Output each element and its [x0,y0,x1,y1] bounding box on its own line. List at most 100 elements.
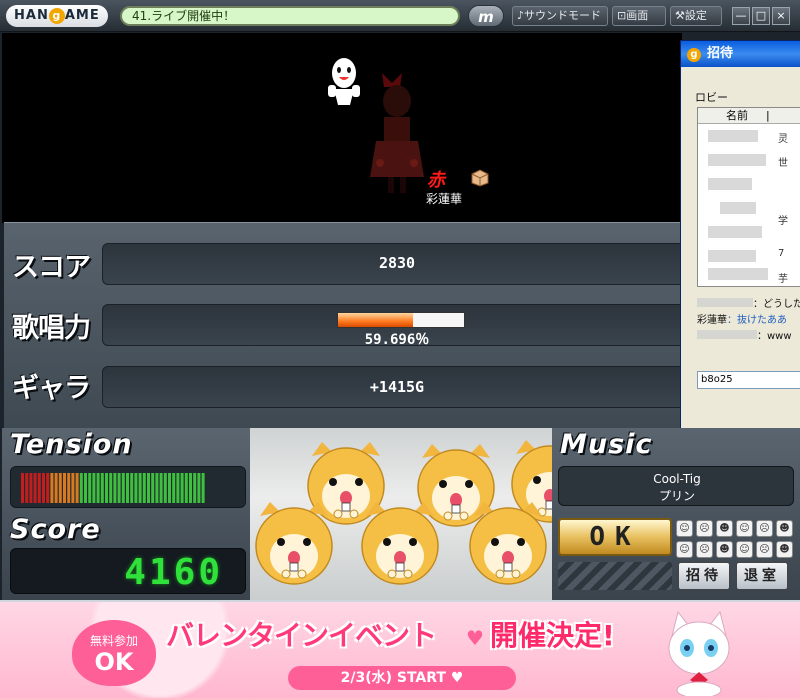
tension-bar [142,473,146,503]
payout-label: ギャラ [12,373,91,404]
list-item[interactable] [708,268,768,280]
tension-bar [159,473,163,503]
list-item[interactable] [708,250,756,262]
player-name-label: 彩蓮華 [426,192,463,206]
tension-bar [92,473,96,503]
invite-title: 招待 [707,46,734,61]
tension-bar [172,473,176,503]
tension-bar [130,473,134,503]
emote-button[interactable]: ☹ [696,520,713,537]
banner-headline-decided: 開催決定! [490,619,615,652]
result-stats-panel: スコア 2830 歌唱力 59.696％ ギャラ +1415G [4,222,692,428]
tension-bar [33,473,37,503]
live-ticker[interactable]: 41.ライブ開催中！ [120,6,460,26]
hamster-icon [361,501,439,585]
list-item[interactable] [708,226,762,238]
tension-bar [37,473,41,503]
list-item[interactable] [708,130,758,142]
tension-bar [180,473,184,503]
chat-speaker: 彩蓮華 [697,315,727,326]
name-column-header[interactable]: 名前 | [698,108,800,124]
live-stage: 赤 彩蓮華 [2,33,682,223]
emote-button[interactable]: ☹ [756,520,773,537]
score-panel-value: 4160 [124,552,223,593]
emote-button[interactable]: ☹ [696,541,713,558]
red-team-mark: 赤 [427,170,445,191]
gift-box-icon [471,169,489,187]
tension-bar [201,473,205,503]
invite-id-input[interactable]: b8o25 [697,371,800,389]
white-cat-mascot-icon [668,610,730,696]
hamster-icon [255,501,333,585]
invite-window: g 招待 ロビー 名前 | 灵 世 学 7 芋 ：どうした 彩蓮華：抜けたああ ：w… [680,40,800,432]
list-item-side: 芋 [778,274,788,285]
tension-bar [46,473,50,503]
tension-bar [75,473,79,503]
ghost-avatar-icon[interactable] [324,55,364,107]
list-item[interactable] [708,178,752,190]
tension-bar [117,473,121,503]
emote-button[interactable]: ☺ [736,541,753,558]
maximize-button[interactable]: □ [752,7,770,25]
tension-bar [88,473,92,503]
score-display: 4160 [10,548,246,594]
singing-power-percent: 59.696％ [364,332,430,348]
tension-bar [126,473,129,503]
emote-button[interactable]: ☺ [736,520,753,537]
emote-button[interactable]: ☻ [776,541,793,558]
score-value: 2830 [378,254,416,272]
tension-bar [121,473,125,503]
emote-button[interactable]: ☹ [756,541,773,558]
tension-bar [189,473,192,503]
heart-icon: ♥ [466,626,484,650]
screen-button[interactable]: ⊡画面 [612,6,666,26]
hangame-logo: HAN g AME [6,5,108,27]
chat-log: ：どうした 彩蓮華：抜けたああ ：www [695,291,800,371]
tension-bar [138,473,142,503]
top-bar: HAN g AME 41.ライブ開催中！ m ♪サウンドモード ⊡画面 ⚒設定 — … [0,0,800,32]
emote-button[interactable]: ☻ [776,520,793,537]
settings-button[interactable]: ⚒設定 [670,6,722,26]
tension-bar [163,473,167,503]
tension-bars [21,473,205,503]
tension-bar [151,473,155,503]
song-title: Cool-Tig [653,472,701,486]
tension-bar [197,473,201,503]
decor-stripes [558,562,672,590]
list-item[interactable] [708,154,766,166]
emote-button[interactable]: ☻ [716,520,733,537]
screen-label: 画面 [626,9,649,22]
minimize-button[interactable]: — [732,7,750,25]
tension-bar [25,473,29,503]
chat-line: ：どうした [697,295,800,310]
invite-button[interactable]: 招待 [678,562,730,590]
close-button[interactable]: × [772,7,790,25]
score-label: スコア [12,252,91,283]
list-item[interactable] [720,202,756,214]
emote-button[interactable]: ☻ [716,541,733,558]
hamster-group-icon [255,439,552,585]
tension-bar [21,473,24,503]
sound-mode-button[interactable]: ♪サウンドモード [512,6,608,26]
chat-text: ：www [757,331,792,342]
singing-power-bar [337,312,465,328]
hamster-audience [250,428,552,602]
invite-title-bar[interactable]: g 招待 [681,41,800,67]
tension-bar [176,473,180,503]
leave-room-button[interactable]: 退室 [736,562,788,590]
payout-value: +1415G [369,378,425,396]
emote-button[interactable]: ☺ [676,541,693,558]
tension-bar [84,473,87,503]
singing-power-fill [338,313,414,327]
emote-button[interactable]: ☺ [676,520,693,537]
logo-text-1: HAN [14,8,49,23]
valentine-event-banner[interactable]: 無料参加 OK バレンタインイベント ♥ 開催決定! 2/3(水) START … [0,600,800,698]
singer-avatar-icon[interactable] [362,65,432,195]
m-menu-button[interactable]: m [468,5,504,27]
ok-button[interactable]: OK [558,518,672,556]
chat-speaker-blur [697,330,757,339]
tension-bar [193,473,197,503]
tension-bar [134,473,138,503]
tension-bar [54,473,58,503]
user-list[interactable]: 名前 | 灵 世 学 7 芋 [697,107,800,287]
